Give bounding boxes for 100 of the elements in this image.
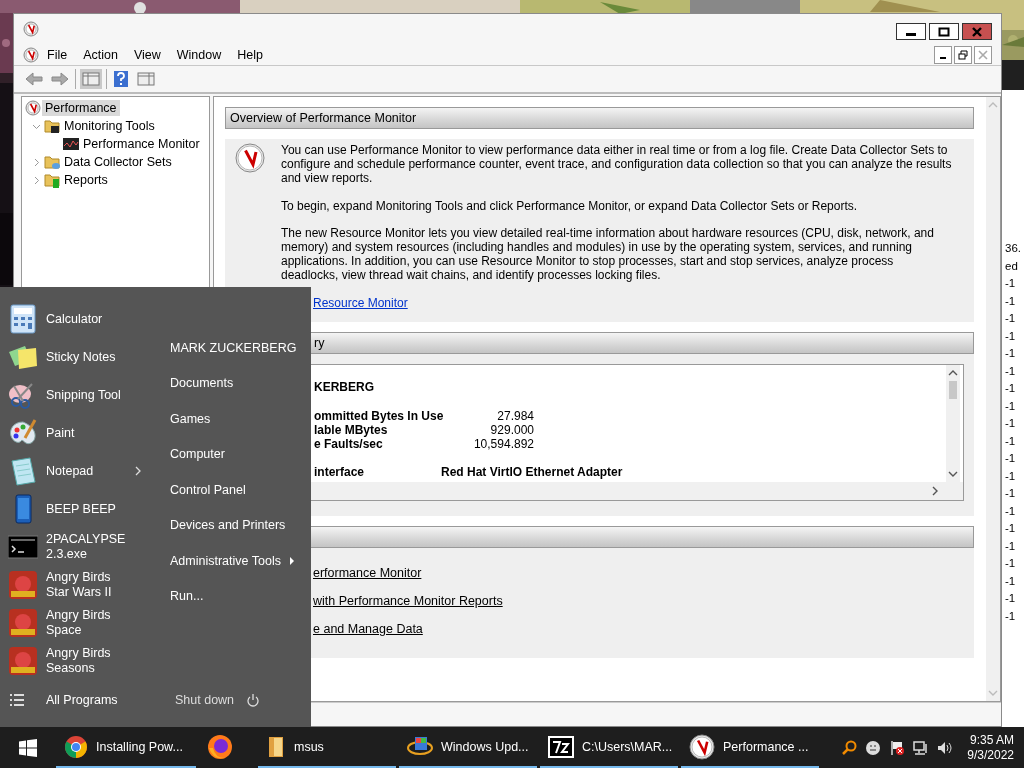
paragraph: To begin, expand Monitoring Tools and click Performance Monitor, or expand Data Collector Sets or Reports.	[281, 198, 859, 213]
paragraph: You can use Performance Monitor to view performance data either in real time or from a log file. Create Data Collector Sets to configure and schedule performance counter, event trace, and configuration data collection so that you can analyze the results and view reports.	[281, 143, 953, 185]
menu-item[interactable]: Help	[229, 45, 271, 64]
menu-item[interactable]: Administrative Tools	[160, 543, 311, 579]
cell-text: -1	[1004, 521, 1017, 536]
smiley-icon[interactable]	[865, 739, 882, 756]
tree-item[interactable]: Performance	[42, 100, 120, 116]
menu-item[interactable]: View	[125, 45, 169, 64]
counter-value: Red Hat VirtIO Ethernet Adapter	[441, 464, 623, 479]
flag-icon[interactable]	[889, 739, 906, 756]
counter-label: lable MBytes	[314, 422, 388, 437]
folder-icon	[44, 118, 60, 134]
taskbar-button[interactable]: C:\Users\MAR...	[540, 727, 678, 768]
taskbar-button[interactable]: msus	[258, 727, 396, 768]
list-icon	[10, 694, 24, 706]
gauge-icon	[235, 143, 265, 173]
cell-text: -1	[1004, 468, 1017, 484]
menu-item[interactable]: Control Panel	[160, 472, 311, 508]
machine-name: KERBERG	[314, 379, 374, 394]
counter-label: interface	[314, 464, 366, 479]
program-item[interactable]: Angry Birds Star Wars II	[0, 566, 160, 604]
menu-item[interactable]: Action	[75, 45, 126, 64]
scrollbar[interactable]	[946, 364, 960, 482]
cell-text: -1	[1004, 311, 1017, 326]
folder-icon	[44, 154, 60, 170]
menu-item[interactable]: Documents	[160, 365, 311, 401]
cell-text: -1	[1004, 608, 1017, 624]
counter-label: ommitted Bytes In Use	[314, 408, 441, 423]
power-icon	[246, 693, 261, 707]
program-item[interactable]: Notepad	[0, 452, 160, 490]
menu-item[interactable]: Games	[160, 401, 311, 437]
taskbar-button[interactable]: Windows Upd...	[399, 727, 537, 768]
search-icon[interactable]	[841, 739, 858, 756]
clock-time[interactable]: 9:35 AM	[969, 732, 1014, 748]
firefox-icon	[207, 733, 233, 760]
chart-icon	[63, 136, 79, 152]
minimize-button[interactable]	[896, 23, 926, 40]
cell-text: -1	[1004, 276, 1017, 291]
show-tree-button[interactable]	[80, 69, 102, 89]
all-programs-button[interactable]: All Programs	[0, 693, 160, 707]
menu-item[interactable]: File	[39, 45, 76, 64]
windows-logo-icon	[19, 738, 37, 757]
counter-value: 27.984	[496, 408, 534, 423]
minimize-button[interactable]	[934, 45, 952, 64]
program-item[interactable]: Angry Birds Seasons	[0, 642, 160, 680]
scroll-thumb[interactable]	[949, 380, 957, 399]
menu-item[interactable]: Run...	[160, 578, 311, 614]
taskbar-button[interactable]: Installing Pow...	[56, 727, 196, 768]
cell-text: -1	[1004, 538, 1017, 554]
close-icon	[971, 26, 983, 37]
back-arrow-icon	[25, 71, 43, 87]
program-item[interactable]: Angry Birds Space	[0, 604, 160, 642]
program-item[interactable]: 2PACALYPSE 2.3.exe	[0, 528, 160, 566]
link[interactable]: with Performance Monitor Reports	[313, 593, 503, 609]
restore-icon	[958, 49, 968, 60]
menu-item[interactable]: Computer	[160, 436, 311, 472]
game-icon	[8, 570, 38, 600]
restore-button[interactable]	[954, 45, 972, 64]
program-item[interactable]: Paint	[0, 414, 160, 452]
paragraph: The new Resource Monitor lets you view detailed real-time information about hardware resources (CPU, disk, network, and memory) and system resources (including handles and modules) in use by the operating system, services, and running applications. In addition, you can use Resource Monitor to stop processes, start and stop services, analyze process deadlocks, view thread wait chains, and identify processes locking files.	[281, 226, 935, 282]
menu-item[interactable]: MARK ZUCKERBERG	[160, 330, 311, 366]
menu-item[interactable]: Window	[168, 45, 230, 64]
menu-item[interactable]: Devices and Printers	[160, 507, 311, 543]
network-icon[interactable]	[913, 739, 930, 756]
clock-date[interactable]: 9/3/2022	[967, 747, 1014, 763]
program-item[interactable]: BEEP BEEP	[0, 490, 160, 528]
cell-text: -1	[1004, 556, 1017, 571]
counter-value: 10,594.892	[472, 436, 534, 451]
gauge-icon	[689, 733, 715, 760]
shut-down-button[interactable]: Shut down	[160, 692, 267, 708]
maximize-button[interactable]	[929, 23, 959, 40]
game-icon	[8, 608, 38, 638]
tree-item[interactable]: Monitoring Tools	[61, 118, 158, 134]
cell-text: -1	[1004, 398, 1017, 414]
console-icon	[8, 532, 38, 562]
forward-button[interactable]	[49, 69, 71, 89]
link[interactable]: e and Manage Data	[313, 621, 423, 637]
cell-text: -1	[1004, 416, 1017, 431]
cell-text: -1	[1004, 573, 1017, 589]
program-item[interactable]: Sticky Notes	[0, 338, 160, 376]
cell-text: -1	[1004, 486, 1017, 501]
tree-item[interactable]: Performance Monitor	[80, 136, 203, 152]
program-item[interactable]: Snipping Tool	[0, 376, 160, 414]
taskbar-button[interactable]: Performance ...	[681, 727, 819, 768]
maximize-icon	[938, 26, 950, 37]
panel-icon	[82, 71, 100, 87]
game-icon	[8, 646, 38, 676]
help-button[interactable]	[111, 68, 131, 90]
tree-item[interactable]: Data Collector Sets	[61, 154, 175, 170]
tree-item[interactable]: Reports	[61, 172, 111, 188]
program-item[interactable]: Calculator	[0, 300, 160, 338]
app-icon	[23, 46, 39, 63]
link[interactable]: erformance Monitor	[313, 565, 422, 581]
back-button[interactable]	[23, 69, 45, 89]
close-button[interactable]	[962, 23, 992, 40]
cell-text: -1	[1004, 451, 1017, 466]
scrollbar[interactable]	[986, 97, 1000, 701]
minimize-icon	[906, 32, 916, 36]
action-pane-button[interactable]	[135, 69, 157, 89]
link[interactable]: Resource Monitor	[313, 295, 408, 310]
